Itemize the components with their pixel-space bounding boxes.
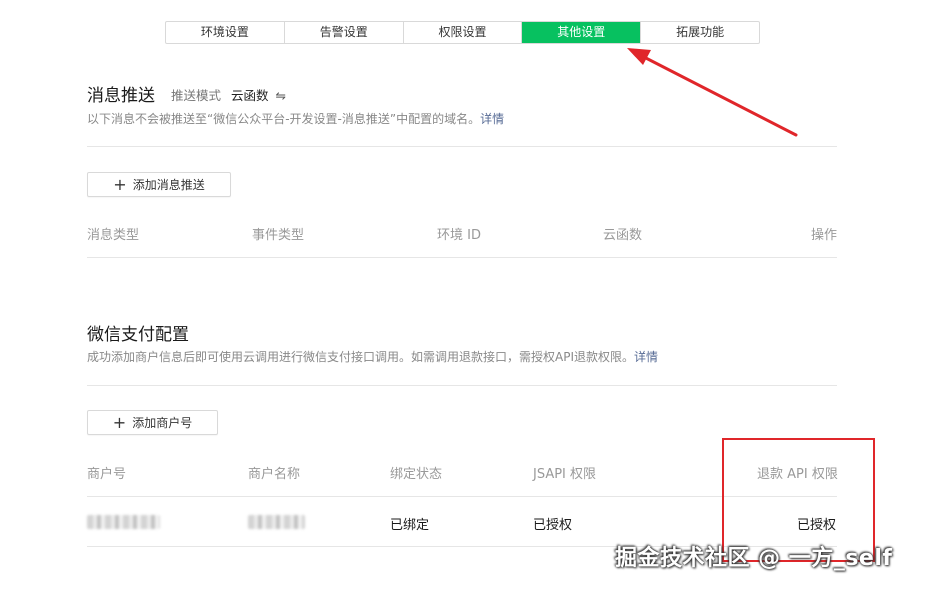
tab-extensions[interactable]: 拓展功能 bbox=[641, 22, 759, 43]
message-push-desc: 以下消息不会被推送至“微信公众平台-开发设置-消息推送”中配置的域名。详情 bbox=[87, 110, 504, 127]
merchant-name-redacted bbox=[248, 515, 305, 529]
column-header-cloud-function: 云函数 bbox=[603, 228, 643, 243]
add-merchant-button[interactable]: + 添加商户号 bbox=[87, 410, 218, 435]
column-header-merchant-name: 商户名称 bbox=[248, 467, 301, 482]
divider bbox=[87, 385, 837, 386]
message-push-desc-text: 以下消息不会被推送至“微信公众平台-开发设置-消息推送”中配置的域名。 bbox=[87, 112, 481, 126]
tab-permissions[interactable]: 权限设置 bbox=[404, 22, 523, 43]
wechat-pay-detail-link[interactable]: 详情 bbox=[634, 350, 658, 364]
column-header-message-type: 消息类型 bbox=[87, 228, 140, 243]
settings-tabs: 环境设置 告警设置 权限设置 其他设置 拓展功能 bbox=[165, 21, 760, 44]
add-merchant-label: 添加商户号 bbox=[132, 416, 193, 430]
add-message-push-label: 添加消息推送 bbox=[132, 178, 205, 192]
jsapi-value: 已授权 bbox=[533, 518, 573, 533]
tab-environment[interactable]: 环境设置 bbox=[166, 22, 285, 43]
bind-status-value: 已绑定 bbox=[390, 518, 430, 533]
message-push-detail-link[interactable]: 详情 bbox=[480, 112, 504, 126]
push-mode: 推送模式 云函数 ⇋ bbox=[171, 85, 286, 104]
push-mode-value: 云函数 bbox=[231, 88, 269, 103]
plus-icon: + bbox=[113, 174, 127, 194]
watermark: 掘金技术社区 @ 一方_self bbox=[615, 546, 893, 571]
column-header-jsapi: JSAPI 权限 bbox=[533, 467, 597, 482]
tab-alerts[interactable]: 告警设置 bbox=[285, 22, 404, 43]
column-header-env-id: 环境 ID bbox=[437, 228, 481, 243]
divider bbox=[87, 146, 837, 147]
add-message-push-button[interactable]: + 添加消息推送 bbox=[87, 172, 231, 197]
tab-other-settings[interactable]: 其他设置 bbox=[522, 22, 642, 43]
push-mode-label: 推送模式 bbox=[171, 88, 222, 103]
column-header-bind-status: 绑定状态 bbox=[390, 467, 443, 482]
plus-icon: + bbox=[112, 412, 127, 432]
wechat-pay-title: 微信支付配置 bbox=[87, 325, 189, 345]
column-header-merchant-id: 商户号 bbox=[87, 467, 127, 482]
divider bbox=[87, 257, 837, 258]
column-header-actions: 操作 bbox=[811, 228, 838, 243]
wechat-pay-desc-text: 成功添加商户信息后即可使用云调用进行微信支付接口调用。如需调用退款接口，需授权A… bbox=[87, 350, 634, 364]
message-push-title: 消息推送 bbox=[87, 86, 155, 106]
wechat-pay-desc: 成功添加商户信息后即可使用云调用进行微信支付接口调用。如需调用退款接口，需授权A… bbox=[87, 348, 658, 365]
column-header-event-type: 事件类型 bbox=[252, 228, 305, 243]
merchant-id-redacted bbox=[87, 515, 160, 529]
switch-mode-icon[interactable]: ⇋ bbox=[276, 88, 286, 103]
